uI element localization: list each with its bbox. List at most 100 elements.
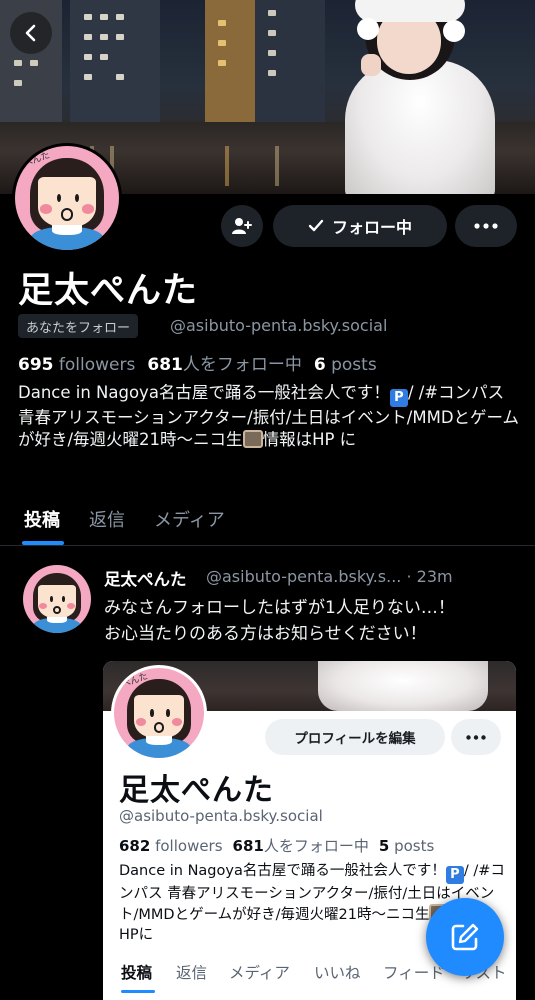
embed-tab-feeds: フィード (383, 964, 445, 982)
embed-following-label: 人をフォロー中 (263, 837, 369, 855)
avatar-mouth (60, 208, 74, 221)
profile-avatar[interactable]: ぺんた (12, 143, 122, 253)
embed-banner-person (318, 661, 488, 711)
banner-window-light (84, 74, 92, 80)
embed-tab-likes: いいね (314, 964, 361, 982)
avatar-eye (166, 709, 170, 717)
parking-emoji-icon: P (389, 389, 408, 407)
embed-followers-label: followers (155, 837, 223, 855)
more-options-button[interactable] (455, 205, 517, 247)
embed-display-name: 足太ぺんた (119, 773, 274, 808)
person-plus-icon (232, 218, 252, 234)
tv-emoji-icon (242, 430, 263, 448)
embed-active-tab-indicator (121, 990, 155, 993)
tab-replies[interactable]: 返信 (89, 506, 125, 532)
following-button-label: フォロー中 (331, 218, 412, 237)
parking-emoji-icon: P (445, 866, 464, 884)
avatar-collar (146, 736, 172, 746)
banner-window-light (218, 60, 226, 66)
banner-window-light (84, 14, 92, 20)
banner-window-light (100, 54, 108, 60)
embed-stats: 682 followers 681人をフォロー中 5 posts (119, 835, 434, 856)
banner-building (255, 0, 325, 124)
followers-label: followers (58, 355, 136, 375)
post-text-line: みなさんフォローしたはずが1人足りない…！ (104, 598, 455, 618)
followers-link[interactable]: 695 followers (18, 355, 135, 375)
profile-display-name: 足太ぺんた (18, 271, 199, 311)
post-separator: · (406, 567, 412, 586)
embed-tab-media: メディア (229, 964, 290, 982)
banner-window-light (100, 14, 108, 20)
bio-text: 情報はHP に (262, 430, 357, 449)
avatar-cheek (66, 603, 75, 610)
post-author-handle[interactable]: @asibuto-penta.bsky.s... (206, 567, 401, 586)
posts-label: posts (331, 355, 377, 375)
banner-window-light (84, 34, 92, 40)
banner-window-light (14, 60, 22, 66)
avatar-cheek (81, 204, 95, 214)
embed-following-count: 681 (232, 837, 264, 855)
following-link[interactable]: 681人をフォロー中 (147, 355, 302, 375)
checkmark-icon (308, 219, 324, 232)
embed-handle: @asibuto-penta.bsky.social (119, 807, 323, 825)
banner-window-light (116, 74, 124, 80)
following-count: 681 (147, 355, 183, 375)
profile-bio: Dance in Nagoya名古屋で踊る一般社会人です！ P / /#コンパス 青… (18, 382, 523, 451)
avatar-cheek (39, 204, 53, 214)
avatar-collar (52, 225, 82, 236)
embed-edit-profile-button: プロフィールを編集 (265, 719, 445, 755)
embed-tab-replies: 返信 (176, 964, 208, 982)
embed-bio-text: Dance in Nagoya名古屋で踊る一般社会人です！ (119, 863, 446, 879)
add-user-button[interactable] (221, 205, 263, 247)
banner-person-hand (361, 54, 381, 76)
banner-window-light (268, 10, 276, 16)
embed-tab-posts: 投稿 (121, 964, 153, 982)
banner-person-dress (345, 60, 495, 194)
embed-followers-count: 682 (119, 837, 151, 855)
banner-person-pompom (443, 20, 465, 42)
posts-count: 6 (313, 355, 326, 375)
banner-window-light (116, 14, 124, 20)
banner-window-light (100, 34, 108, 40)
banner-reflection (225, 146, 229, 186)
compose-icon (451, 923, 479, 951)
post-text-line: お心当たりのある方はお知らせください！ (104, 624, 427, 644)
banner-person-pompom (357, 18, 379, 40)
chevron-left-icon (25, 24, 36, 42)
avatar-eye (150, 709, 154, 717)
tab-posts[interactable]: 投稿 (24, 506, 60, 532)
banner-window-light (268, 50, 276, 56)
active-tab-indicator (22, 541, 64, 545)
ellipsis-icon (466, 734, 486, 740)
bio-text: Dance in Nagoya名古屋で踊る一般社会人です！ (18, 383, 390, 402)
post-meta: @asibuto-penta.bsky.s... · 23m (206, 567, 453, 586)
post-timestamp[interactable]: 23m (417, 567, 453, 586)
banner-reflection (275, 146, 279, 186)
followers-count: 695 (18, 355, 54, 375)
avatar-eye (56, 193, 61, 203)
profile-stats: 695 followers 681人をフォロー中 6 posts (18, 350, 377, 375)
avatar-collar (47, 616, 67, 624)
tab-media[interactable]: メディア (154, 506, 225, 532)
embed-posts-count: 5 (378, 837, 390, 855)
compose-button[interactable] (426, 898, 504, 976)
back-button[interactable] (10, 12, 52, 54)
post-text: みなさんフォローしたはずが1人足りない…！ お心当たりのある方はお知らせください… (104, 595, 524, 647)
embed-more-button (451, 719, 501, 755)
banner-window-light (268, 30, 276, 36)
avatar-mouth (52, 605, 62, 614)
ellipsis-icon (474, 223, 498, 229)
post-author-avatar[interactable] (23, 565, 91, 633)
avatar-eye (62, 596, 66, 602)
avatar-mouth (153, 722, 165, 733)
avatar-eye (50, 596, 53, 602)
banner-window-light (268, 70, 276, 76)
banner-person-photo (325, 0, 515, 194)
embed-posts-label: posts (394, 837, 435, 855)
following-button[interactable]: フォロー中 (273, 205, 447, 247)
banner-window-light (116, 34, 124, 40)
post-author-name[interactable]: 足太ぺんた (104, 566, 187, 590)
banner-window-light (30, 60, 38, 66)
profile-handle[interactable]: @asibuto-penta.bsky.social (170, 314, 387, 338)
embed-avatar: ぺんた (111, 665, 207, 761)
